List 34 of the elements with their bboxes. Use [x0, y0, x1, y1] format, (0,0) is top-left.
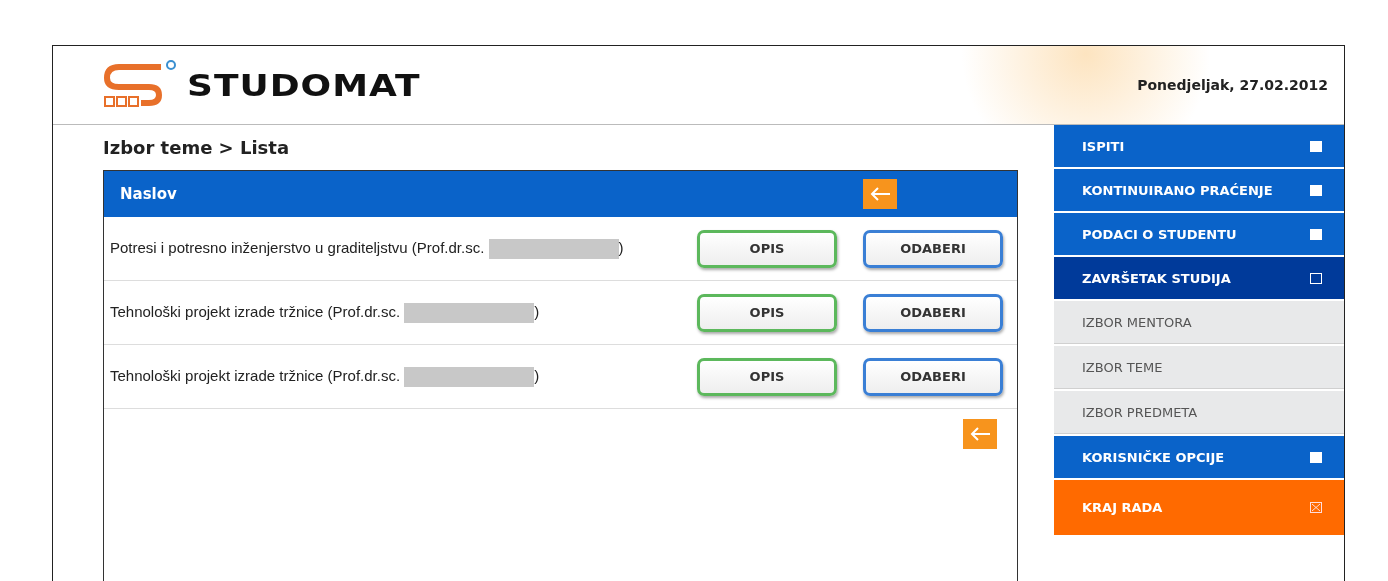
closing-paren: ) [534, 303, 540, 320]
closing-paren: ) [618, 239, 624, 256]
date-text: Ponedjeljak, 27.02.2012 [1137, 77, 1328, 93]
select-button[interactable]: ODABERI [863, 293, 1003, 332]
description-button[interactable]: OPIS [697, 293, 837, 332]
topic-title: Potresi i potresno inženjerstvo u graditeljstvu (Prof.dr.sc. [110, 239, 485, 256]
back-button[interactable] [863, 179, 897, 209]
description-button[interactable]: OPIS [697, 357, 837, 396]
square-icon [1310, 228, 1322, 240]
breadcrumb: Izbor teme > Lista [103, 137, 291, 158]
menu-section[interactable]: KONTINUIRANO PRAĆENJE [1054, 169, 1344, 211]
logo-text: STUDOMAT [187, 67, 421, 103]
square-icon [1310, 451, 1322, 463]
left-arrow-icon [969, 426, 991, 442]
submenu-item[interactable]: IZBOR PREDMETA [1054, 391, 1344, 434]
close-icon [1310, 502, 1322, 513]
description-button[interactable]: OPIS [697, 229, 837, 268]
menu-section[interactable]: ISPITI [1054, 125, 1344, 167]
select-button[interactable]: ODABERI [863, 229, 1003, 268]
square-icon [1310, 184, 1322, 196]
square-icon [1310, 140, 1322, 152]
square-icon [1310, 272, 1322, 284]
select-button[interactable]: ODABERI [863, 357, 1003, 396]
column-header: Naslov [120, 185, 177, 203]
menu-section[interactable]: PODACI O STUDENTU [1054, 213, 1344, 255]
back-button[interactable] [963, 419, 997, 449]
topic-title: Tehnološki projekt izrade tržnice (Prof.dr.sc. [110, 303, 401, 320]
left-arrow-icon [869, 186, 891, 202]
closing-paren: ) [534, 367, 540, 384]
submenu-item[interactable]: IZBOR MENTORA [1054, 301, 1344, 344]
menu-section[interactable]: KORISNIČKE OPCIJE [1054, 436, 1344, 478]
topic-title: Tehnološki projekt izrade tržnice (Prof.dr.sc. [110, 367, 401, 384]
menu-section[interactable]: ZAVRŠETAK STUDIJA [1054, 257, 1344, 299]
submenu-item[interactable]: IZBOR TEME [1054, 346, 1344, 389]
